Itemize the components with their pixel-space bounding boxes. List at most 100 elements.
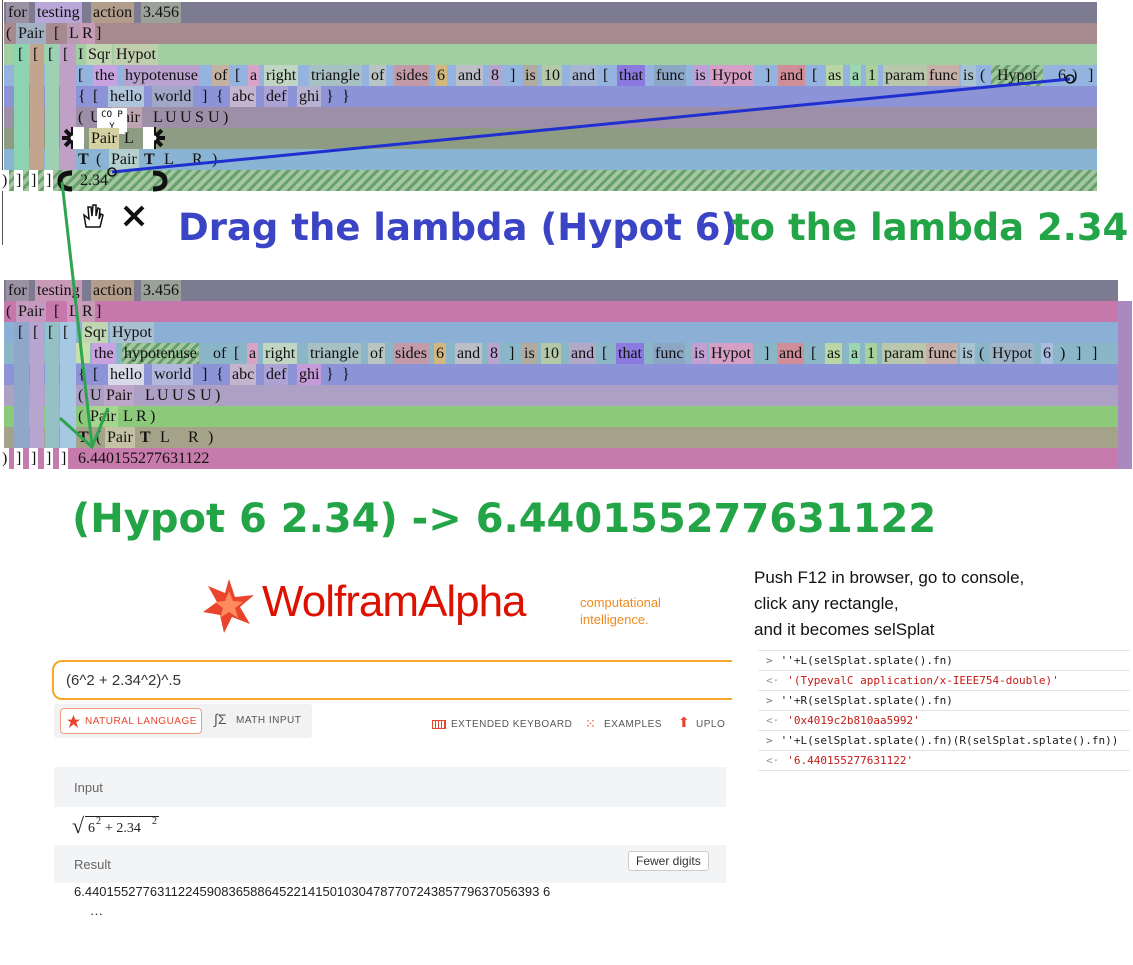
token[interactable]: sides [393, 343, 429, 364]
bracket[interactable]: [ [46, 322, 55, 343]
token[interactable]: testing [35, 280, 82, 301]
token[interactable]: Pair [109, 149, 139, 170]
result-value[interactable]: 6.440155277631122 [76, 448, 211, 469]
token[interactable]: and [778, 65, 806, 86]
token[interactable]: and [777, 343, 805, 364]
token[interactable]: Pair [105, 427, 135, 448]
token[interactable]: 6 [435, 65, 447, 86]
token[interactable]: of [211, 343, 228, 364]
token[interactable]: Pair [104, 385, 134, 406]
token[interactable]: right [263, 343, 298, 364]
token[interactable]: ] [200, 86, 209, 107]
token[interactable]: ghi [297, 364, 322, 385]
token[interactable]: 6 [434, 343, 446, 364]
token[interactable]: [ [52, 23, 61, 44]
token[interactable]: and [456, 65, 484, 86]
token[interactable]: hypotenuse [122, 343, 199, 364]
console-input[interactable]: > ''+L(selSplat.splate().fn) [758, 651, 1130, 671]
token[interactable]: Hypot [990, 343, 1034, 364]
token[interactable]: hello [108, 364, 144, 385]
token[interactable]: 6 [1041, 343, 1053, 364]
token[interactable]: ) [221, 107, 230, 128]
token[interactable]: ] [507, 343, 516, 364]
extended-keyboard-button[interactable]: EXTENDED KEYBOARD [432, 717, 577, 733]
lambda-2-34[interactable]: 2.34 [78, 170, 110, 191]
math-input-button[interactable]: ∫Σ MATH INPUT [210, 708, 310, 734]
token[interactable]: ) [210, 149, 219, 170]
token[interactable]: ) [0, 170, 10, 191]
token[interactable]: [ [601, 65, 610, 86]
bracket[interactable]: [ [46, 44, 55, 65]
token[interactable]: Pair [88, 406, 118, 427]
close-icon[interactable] [122, 204, 146, 228]
lambda-close-icon[interactable] [150, 170, 168, 192]
token[interactable]: Sqr [82, 322, 109, 343]
token[interactable]: a [248, 65, 260, 86]
token[interactable]: [ [52, 301, 61, 322]
token[interactable]: L [122, 128, 136, 149]
token[interactable]: func [926, 343, 959, 364]
token[interactable]: the [93, 65, 117, 86]
token[interactable]: is [693, 65, 708, 86]
token[interactable]: ] [763, 65, 772, 86]
token[interactable]: Pair [16, 23, 46, 44]
token[interactable]: } [340, 364, 352, 385]
token[interactable]: [ [810, 65, 819, 86]
token[interactable]: Hypot [709, 343, 753, 364]
fewer-digits-button[interactable]: Fewer digits [628, 851, 709, 871]
token[interactable]: T [76, 427, 91, 448]
natural-language-button[interactable]: NATURAL LANGUAGE [60, 708, 202, 734]
upload-button[interactable]: ⬆ UPLO [678, 715, 730, 733]
token[interactable]: ] [14, 448, 24, 469]
console-input[interactable]: > ''+L(selSplat.splate().fn)(R(selSplat.s… [758, 731, 1130, 751]
token[interactable]: Pair [16, 301, 46, 322]
token[interactable]: param [882, 343, 926, 364]
token[interactable]: ] [762, 343, 771, 364]
token[interactable]: R [80, 301, 95, 322]
token[interactable]: def [264, 364, 289, 385]
token[interactable]: ( [76, 385, 85, 406]
token[interactable]: [ [233, 65, 242, 86]
token[interactable]: ] [508, 65, 517, 86]
bracket[interactable]: [ [31, 322, 40, 343]
token[interactable]: hello [108, 86, 144, 107]
token[interactable]: triangle [309, 65, 362, 86]
token[interactable]: ghi [297, 86, 322, 107]
gear-icon[interactable] [62, 127, 84, 149]
token[interactable]: ( [977, 343, 986, 364]
token[interactable]: hypotenuse [123, 65, 200, 86]
token[interactable]: a [850, 65, 862, 86]
token[interactable]: ) [0, 448, 10, 469]
token[interactable]: a [849, 343, 861, 364]
token[interactable]: for [6, 2, 29, 23]
token[interactable]: ) [206, 427, 215, 448]
token[interactable]: ( [76, 406, 85, 427]
bracket[interactable]: [ [61, 322, 70, 343]
token[interactable]: of [212, 65, 230, 86]
token[interactable]: a [247, 343, 259, 364]
token[interactable]: R [186, 427, 201, 448]
token[interactable]: ] [44, 170, 54, 191]
token[interactable]: [ [600, 343, 609, 364]
token[interactable]: 6 [1056, 65, 1068, 86]
token[interactable]: world [152, 86, 194, 107]
token[interactable]: } [340, 86, 352, 107]
token[interactable]: ) [1070, 65, 1079, 86]
token[interactable]: as [825, 343, 843, 364]
token[interactable]: and [570, 65, 598, 86]
token[interactable]: U [163, 107, 179, 128]
token[interactable]: testing [35, 2, 82, 23]
token[interactable]: triangle [308, 343, 361, 364]
query-input[interactable]: (6^2 + 2.34^2)^.5 [52, 660, 732, 700]
token[interactable]: [ [76, 65, 85, 86]
token[interactable]: ] [94, 23, 103, 44]
token[interactable]: def [264, 86, 289, 107]
token[interactable]: 3.456 [141, 2, 181, 23]
token[interactable]: 1 [866, 65, 878, 86]
token[interactable]: Sqr [86, 44, 113, 65]
token[interactable]: right [264, 65, 299, 86]
token[interactable]: is [961, 65, 976, 86]
bracket[interactable]: [ [16, 44, 25, 65]
token[interactable]: L [67, 301, 81, 322]
token[interactable]: } [324, 86, 336, 107]
